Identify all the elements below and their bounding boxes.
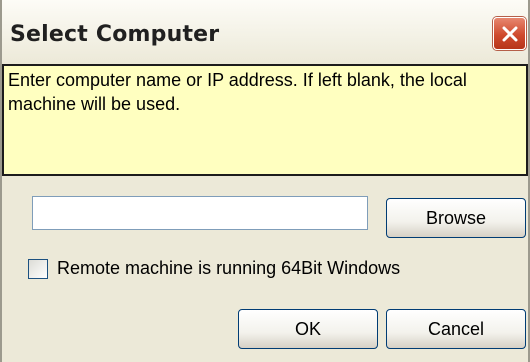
close-icon	[502, 26, 517, 41]
checkbox-64bit-windows[interactable]	[28, 258, 48, 279]
select-computer-dialog: Select Computer Enter computer name or I…	[0, 0, 530, 362]
title-bar[interactable]: Select Computer	[2, 0, 528, 64]
checkbox-64bit-label[interactable]: Remote machine is running 64Bit Windows	[57, 258, 400, 279]
cancel-button[interactable]: Cancel	[386, 309, 526, 349]
browse-button[interactable]: Browse	[386, 198, 526, 238]
dialog-title: Select Computer	[10, 22, 220, 47]
close-button[interactable]	[493, 17, 526, 50]
info-text: Enter computer name or IP address. If le…	[8, 70, 467, 114]
info-panel: Enter computer name or IP address. If le…	[2, 64, 528, 176]
ok-button[interactable]: OK	[238, 309, 378, 349]
checkbox-row-64bit: Remote machine is running 64Bit Windows	[28, 258, 400, 279]
computer-name-input[interactable]	[32, 196, 368, 230]
